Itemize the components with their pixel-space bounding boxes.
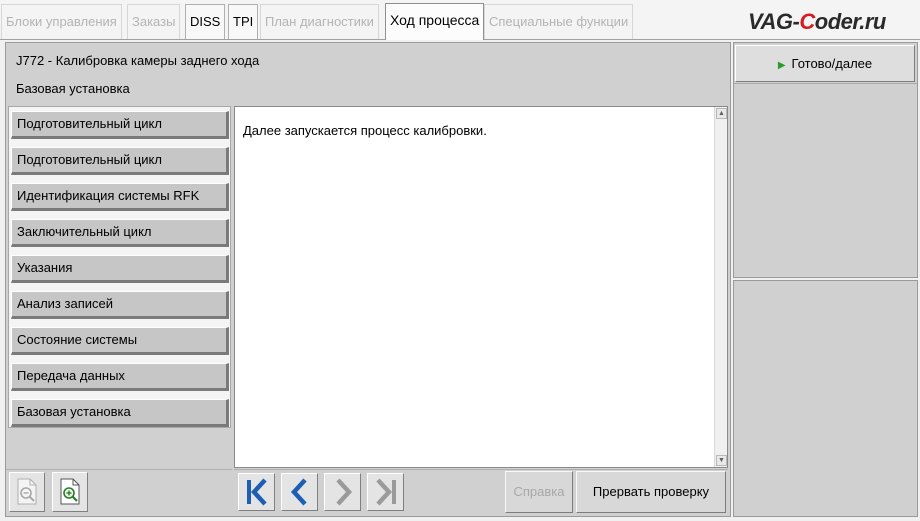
tab-tpi[interactable]: TPI [228,4,259,39]
last-step-button[interactable] [367,473,404,511]
skip-to-first-icon [246,478,267,506]
step-item[interactable]: Заключительный цикл [11,219,229,247]
zoom-in-button[interactable] [52,472,88,512]
first-step-button[interactable] [238,473,275,511]
next-step-button[interactable] [324,473,361,511]
step-item[interactable]: Подготовительный цикл [11,111,229,139]
step-item[interactable]: Подготовительный цикл [11,147,229,175]
tab-control-units[interactable]: Блоки управления [1,4,122,39]
step-item[interactable]: Идентификация системы RFK [11,183,229,211]
right-panel-bottom [733,280,918,517]
content-panel: Далее запускается процесс калибровки. ▲ … [234,106,728,468]
step-item[interactable]: Базовая установка [11,399,229,427]
watermark-logo: VAG-Coder.ru [748,9,886,34]
tab-bar: Блоки управления Заказы DISS TPI План ди… [0,0,920,40]
step-item[interactable]: Состояние системы [11,327,229,355]
step-item[interactable]: Указания [11,255,229,283]
tab-diagnostic-plan[interactable]: План диагностики [260,4,379,39]
tab-process[interactable]: Ход процесса [385,3,485,40]
play-icon: ▶ [777,60,786,71]
next-icon [335,478,352,506]
previous-icon [290,478,307,506]
step-list-footer [8,428,231,468]
tab-orders[interactable]: Заказы [127,4,181,39]
vertical-scrollbar[interactable]: ▲ ▼ [714,107,727,467]
tab-diss[interactable]: DISS [185,4,226,39]
content-message: Далее запускается процесс калибровки. [243,123,487,138]
previous-step-button[interactable] [281,473,318,511]
help-button[interactable]: Справка [505,471,573,513]
procedure-title: J772 - Калибровка камеры заднего хода [16,53,260,68]
scroll-down-icon[interactable]: ▼ [716,455,727,466]
step-list: Подготовительный цикл Подготовительный ц… [8,106,231,428]
right-panel-divider [734,83,917,84]
step-item[interactable]: Анализ записей [11,291,229,319]
procedure-header: J772 - Калибровка камеры заднего хода Ба… [6,44,728,104]
ready-next-button[interactable]: ▶ Готово/далее [735,45,915,82]
abort-check-button[interactable]: Прервать проверку [576,471,726,513]
zoom-out-icon [17,478,37,505]
tab-special-functions[interactable]: Специальные функции [484,4,634,39]
zoom-in-icon [60,478,80,505]
zoom-out-button[interactable] [9,472,45,512]
step-item[interactable]: Передача данных [11,363,229,391]
scroll-up-icon[interactable]: ▲ [716,108,727,119]
procedure-subtitle: Базовая установка [16,81,130,96]
skip-to-last-icon [375,478,396,506]
